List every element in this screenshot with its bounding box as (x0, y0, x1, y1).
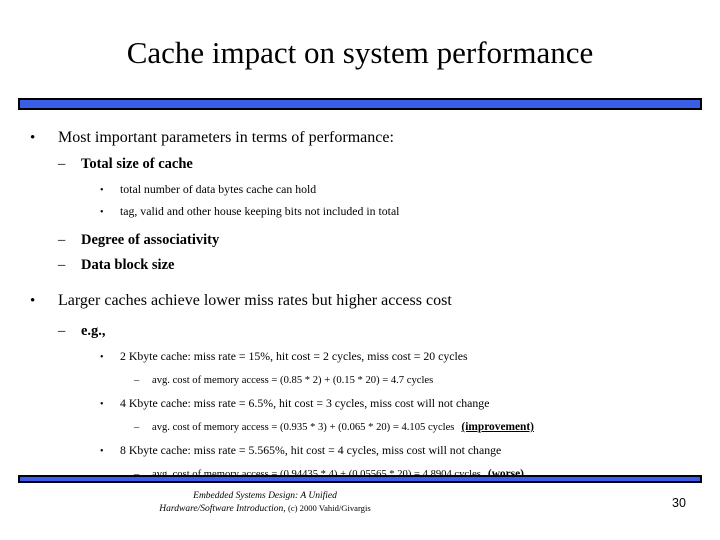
bullet-dash-icon: – (58, 232, 66, 248)
bullet-4kbyte-cache: • 4 Kbyte cache: miss rate = 6.5%, hit c… (100, 395, 720, 413)
bullet-2kbyte-cache: • 2 Kbyte cache: miss rate = 15%, hit co… (100, 348, 720, 366)
footer-line-2: Hardware/Software Introduction, (159, 504, 286, 514)
bullet-data-block-size: – Data block size (58, 256, 720, 275)
slide: Cache impact on system performance • Mos… (0, 0, 720, 540)
bullet-text: Most important parameters in terms of pe… (58, 129, 394, 146)
bullet-disc-icon: • (100, 185, 104, 196)
bullet-text: e.g., (81, 323, 106, 339)
title-divider-bar (18, 98, 702, 110)
bullet-total-number-of-data-bytes: • total number of data bytes cache can h… (100, 181, 720, 199)
bullet-text: Larger caches achieve lower miss rates b… (58, 292, 452, 309)
bullet-larger-caches-lower-miss-rates: • Larger caches achieve lower miss rates… (30, 290, 720, 312)
footer-divider-bar (18, 475, 702, 483)
bullet-disc-icon: • (100, 399, 104, 410)
bullet-disc-icon: • (30, 293, 36, 309)
bullet-dash-icon: – (58, 323, 66, 339)
bullet-text: avg. cost of memory access = (0.935 * 3)… (152, 422, 455, 433)
bullet-eg: – e.g., (58, 322, 720, 341)
footer-copyright: (c) 2000 Vahid/Givargis (287, 503, 371, 513)
bullet-dash-icon: – (134, 422, 140, 433)
bullet-dash-icon: – (58, 156, 66, 172)
bullet-text: Data block size (81, 257, 175, 273)
bullet-text: 2 Kbyte cache: miss rate = 15%, hit cost… (120, 349, 468, 363)
bullet-disc-icon: • (100, 207, 104, 218)
page-number: 30 (672, 496, 686, 510)
bullet-tag-valid-housekeeping-bits: • tag, valid and other house keeping bit… (100, 203, 720, 221)
bullet-text: Total size of cache (81, 156, 193, 172)
bullet-8kbyte-cache: • 8 Kbyte cache: miss rate = 5.565%, hit… (100, 442, 720, 460)
bullet-most-important-parameters: • Most important parameters in terms of … (30, 127, 720, 149)
bullet-disc-icon: • (100, 352, 104, 363)
bullet-disc-icon: • (30, 130, 36, 146)
bullet-2kbyte-avg-cost: – avg. cost of memory access = (0.85 * 2… (134, 373, 720, 388)
bullet-degree-of-associativity: – Degree of associativity (58, 231, 720, 250)
bullet-text: total number of data bytes cache can hol… (120, 182, 317, 196)
bullet-text: 8 Kbyte cache: miss rate = 5.565%, hit c… (120, 443, 502, 457)
bullet-text: tag, valid and other house keeping bits … (120, 204, 400, 218)
slide-body: • Most important parameters in terms of … (0, 118, 720, 482)
bullet-text: 4 Kbyte cache: miss rate = 6.5%, hit cos… (120, 396, 490, 410)
bullet-text: Degree of associativity (81, 232, 220, 248)
bullet-4kbyte-avg-cost: – avg. cost of memory access = (0.935 * … (134, 420, 720, 435)
bullet-text: avg. cost of memory access = (0.85 * 2) … (152, 375, 434, 386)
bullet-dash-icon: – (58, 257, 66, 273)
footer-line-1: Embedded Systems Design: A Unified (193, 491, 337, 501)
bullet-dash-icon: – (134, 375, 140, 386)
improvement-annotation: (improvement) (461, 421, 534, 433)
bullet-disc-icon: • (100, 446, 104, 457)
bullet-total-size-of-cache: – Total size of cache (58, 155, 720, 174)
footer-attribution: Embedded Systems Design: A Unified Hardw… (55, 490, 475, 515)
page-title: Cache impact on system performance (126, 35, 594, 70)
